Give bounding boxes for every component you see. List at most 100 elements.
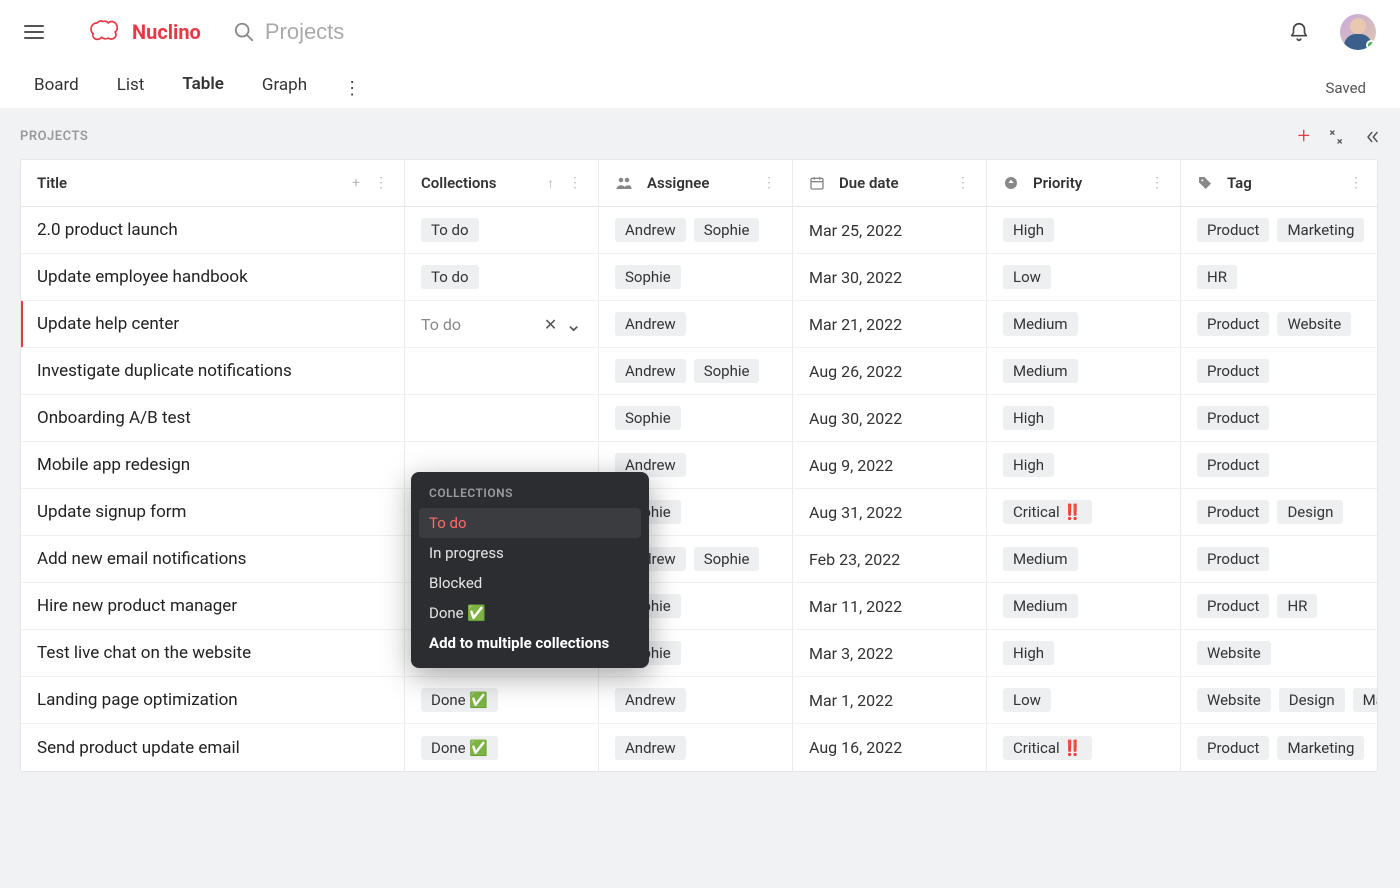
- tag-cell[interactable]: Product: [1181, 536, 1378, 582]
- priority-cell[interactable]: Critical ‼️: [987, 489, 1181, 535]
- col-priority-menu[interactable]: ⋮: [1150, 175, 1164, 191]
- tag-cell[interactable]: WebsiteDesignMarketing: [1181, 677, 1378, 723]
- col-tag-menu[interactable]: ⋮: [1349, 175, 1363, 191]
- collection-cell[interactable]: [405, 395, 599, 441]
- priority-cell[interactable]: Medium: [987, 301, 1181, 347]
- priority-cell[interactable]: High: [987, 395, 1181, 441]
- table-row[interactable]: Hire new product managerBlockedSophieMar…: [21, 583, 1377, 630]
- title-cell[interactable]: Mobile app redesign: [21, 442, 405, 488]
- view-more-menu[interactable]: ⋮: [339, 74, 365, 103]
- col-header-assignee[interactable]: Assignee ⋮: [599, 160, 793, 206]
- due-date-cell[interactable]: Feb 23, 2022: [793, 536, 987, 582]
- priority-cell[interactable]: Medium: [987, 583, 1181, 629]
- assignee-cell[interactable]: AndrewSophie: [599, 207, 793, 253]
- priority-cell[interactable]: High: [987, 442, 1181, 488]
- sort-asc-icon[interactable]: ↑: [547, 175, 554, 192]
- priority-cell[interactable]: High: [987, 630, 1181, 676]
- search-icon[interactable]: [233, 21, 255, 43]
- col-collections-menu[interactable]: ⋮: [568, 175, 582, 191]
- title-cell[interactable]: 2.0 product launch: [21, 207, 405, 253]
- title-cell[interactable]: Send product update email: [21, 724, 405, 771]
- title-cell[interactable]: Hire new product manager: [21, 583, 405, 629]
- due-date-cell[interactable]: Mar 21, 2022: [793, 301, 987, 347]
- add-item-button[interactable]: +: [1298, 124, 1310, 149]
- assignee-cell[interactable]: Sophie: [599, 395, 793, 441]
- table-row[interactable]: Update help centerTo do✕⌄AndrewMar 21, 2…: [21, 301, 1377, 348]
- due-date-cell[interactable]: Aug 31, 2022: [793, 489, 987, 535]
- title-cell[interactable]: Onboarding A/B test: [21, 395, 405, 441]
- title-cell[interactable]: Test live chat on the website: [21, 630, 405, 676]
- due-date-cell[interactable]: Aug 30, 2022: [793, 395, 987, 441]
- collection-cell[interactable]: To do: [405, 254, 599, 300]
- title-cell[interactable]: Investigate duplicate notifications: [21, 348, 405, 394]
- title-cell[interactable]: Landing page optimization: [21, 677, 405, 723]
- collection-cell[interactable]: To do: [405, 207, 599, 253]
- priority-cell[interactable]: Medium: [987, 536, 1181, 582]
- table-row[interactable]: Update employee handbookTo doSophieMar 3…: [21, 254, 1377, 301]
- table-row[interactable]: 2.0 product launchTo doAndrewSophieMar 2…: [21, 207, 1377, 254]
- priority-cell[interactable]: Critical ‼️: [987, 724, 1181, 771]
- title-cell[interactable]: Add new email notifications: [21, 536, 405, 582]
- view-tab-graph[interactable]: Graph: [256, 67, 313, 109]
- due-date-cell[interactable]: Mar 30, 2022: [793, 254, 987, 300]
- table-row[interactable]: Test live chat on the websiteDone ✅Sophi…: [21, 630, 1377, 677]
- chevron-down-icon[interactable]: ⌄: [565, 312, 582, 336]
- col-header-due-date[interactable]: Due date ⋮: [793, 160, 987, 206]
- tag-cell[interactable]: ProductDesign: [1181, 489, 1378, 535]
- collection-cell[interactable]: To do✕⌄: [405, 301, 599, 347]
- table-row[interactable]: Send product update emailDone ✅AndrewAug…: [21, 724, 1377, 771]
- view-tab-table[interactable]: Table: [176, 66, 230, 111]
- table-row[interactable]: Update signup formSophieAug 31, 2022Crit…: [21, 489, 1377, 536]
- tag-cell[interactable]: ProductMarketing: [1181, 724, 1378, 771]
- tag-cell[interactable]: HR: [1181, 254, 1378, 300]
- tag-cell[interactable]: Product: [1181, 348, 1378, 394]
- tag-cell[interactable]: ProductHR: [1181, 583, 1378, 629]
- priority-cell[interactable]: Medium: [987, 348, 1181, 394]
- priority-cell[interactable]: Low: [987, 254, 1181, 300]
- priority-cell[interactable]: Low: [987, 677, 1181, 723]
- due-date-cell[interactable]: Mar 25, 2022: [793, 207, 987, 253]
- tag-cell[interactable]: ProductWebsite: [1181, 301, 1378, 347]
- collection-cell[interactable]: [405, 348, 599, 394]
- user-avatar[interactable]: [1340, 14, 1376, 50]
- tag-cell[interactable]: Website: [1181, 630, 1378, 676]
- assignee-cell[interactable]: Andrew: [599, 301, 793, 347]
- table-row[interactable]: Mobile app redesignAndrewAug 9, 2022High…: [21, 442, 1377, 489]
- due-date-cell[interactable]: Mar 11, 2022: [793, 583, 987, 629]
- assignee-cell[interactable]: AndrewSophie: [599, 348, 793, 394]
- due-date-cell[interactable]: Aug 16, 2022: [793, 724, 987, 771]
- clear-icon[interactable]: ✕: [544, 315, 557, 334]
- table-row[interactable]: Add new email notificationsIn progressAn…: [21, 536, 1377, 583]
- col-title-menu[interactable]: ⋮: [374, 175, 388, 191]
- title-cell[interactable]: Update signup form: [21, 489, 405, 535]
- tag-cell[interactable]: Product: [1181, 395, 1378, 441]
- col-duedate-menu[interactable]: ⋮: [956, 175, 970, 191]
- tag-cell[interactable]: ProductMarketing: [1181, 207, 1378, 253]
- assignee-cell[interactable]: Sophie: [599, 254, 793, 300]
- title-cell[interactable]: Update help center: [21, 301, 405, 347]
- due-date-cell[interactable]: Mar 3, 2022: [793, 630, 987, 676]
- dropdown-item[interactable]: Blocked: [419, 568, 641, 598]
- col-header-title[interactable]: Title + ⋮: [21, 160, 405, 206]
- table-row[interactable]: Landing page optimizationDone ✅AndrewMar…: [21, 677, 1377, 724]
- view-tab-board[interactable]: Board: [28, 67, 85, 109]
- table-row[interactable]: Onboarding A/B test SophieAug 30, 2022Hig…: [21, 395, 1377, 442]
- collapse-panel-icon[interactable]: [1362, 128, 1380, 146]
- dropdown-item[interactable]: To do: [419, 508, 641, 538]
- assignee-cell[interactable]: Andrew: [599, 677, 793, 723]
- menu-toggle[interactable]: [24, 20, 48, 44]
- due-date-cell[interactable]: Aug 9, 2022: [793, 442, 987, 488]
- view-tab-list[interactable]: List: [111, 67, 151, 109]
- add-column-icon[interactable]: +: [352, 175, 360, 191]
- search-input[interactable]: [265, 19, 565, 45]
- priority-cell[interactable]: High: [987, 207, 1181, 253]
- due-date-cell[interactable]: Aug 26, 2022: [793, 348, 987, 394]
- table-row[interactable]: Investigate duplicate notifications Andre…: [21, 348, 1377, 395]
- col-header-collections[interactable]: Collections ↑ ⋮: [405, 160, 599, 206]
- collection-cell[interactable]: Done ✅: [405, 677, 599, 723]
- col-header-tag[interactable]: Tag ⋮: [1181, 160, 1378, 206]
- assignee-cell[interactable]: Andrew: [599, 724, 793, 771]
- dropdown-item[interactable]: Done ✅: [419, 598, 641, 628]
- dropdown-item[interactable]: In progress: [419, 538, 641, 568]
- due-date-cell[interactable]: Mar 1, 2022: [793, 677, 987, 723]
